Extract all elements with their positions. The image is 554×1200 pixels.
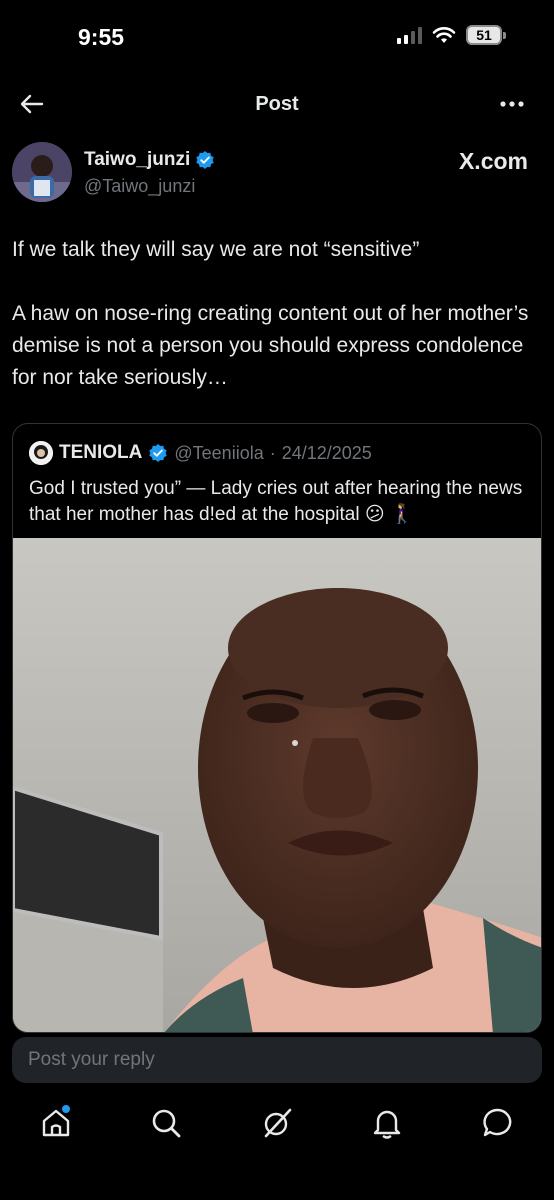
bottom-tab-bar — [0, 1094, 554, 1164]
x-source-link[interactable]: X.com — [459, 148, 528, 175]
quoted-post-card[interactable]: TENIOLA @Teeniiola · 24/12/2025 God I tr… — [12, 423, 542, 1033]
avatar[interactable] — [12, 142, 72, 202]
reply-input[interactable]: Post your reply — [12, 1037, 542, 1083]
screen: 9:55 51 Post Taiwo_junzi @Taiwo_junzi X.… — [0, 0, 554, 1200]
quote-media-image[interactable] — [13, 538, 541, 1032]
post-paragraph: If we talk they will say we are not “sen… — [12, 238, 420, 261]
battery-icon: 51 — [466, 25, 506, 45]
home-notification-dot — [62, 1105, 70, 1113]
post-author: Taiwo_junzi @Taiwo_junzi X.com — [12, 140, 542, 204]
reply-placeholder: Post your reply — [28, 1049, 155, 1070]
quote-header: TENIOLA @Teeniiola · 24/12/2025 — [29, 441, 372, 465]
more-options-icon[interactable] — [498, 90, 526, 118]
post-paragraph: A haw on nose-ring creating content out … — [12, 302, 529, 389]
quote-handle: @Teeniiola — [174, 442, 264, 463]
grok-icon[interactable] — [260, 1106, 294, 1140]
notifications-icon[interactable] — [370, 1106, 404, 1140]
cellular-signal-icon — [397, 26, 422, 44]
quote-avatar — [29, 441, 53, 465]
wifi-icon — [432, 27, 456, 43]
author-handle[interactable]: @Taiwo_junzi — [84, 176, 195, 197]
status-indicators: 51 — [397, 25, 506, 45]
quote-text: God I trusted you” — Lady cries out afte… — [29, 478, 523, 525]
battery-level: 51 — [466, 25, 502, 45]
quote-separator: · — [269, 442, 276, 463]
top-nav: Post — [0, 84, 554, 124]
verified-badge-icon — [149, 444, 168, 462]
author-name-row[interactable]: Taiwo_junzi — [84, 149, 215, 171]
page-title: Post — [255, 93, 299, 115]
quote-author-name: TENIOLA — [59, 442, 143, 463]
status-bar: 9:55 51 — [0, 0, 554, 74]
author-display-name[interactable]: Taiwo_junzi — [84, 149, 190, 171]
status-time: 9:55 — [78, 24, 125, 50]
verified-badge-icon — [196, 151, 214, 169]
messages-icon[interactable] — [481, 1106, 515, 1140]
search-icon[interactable] — [149, 1106, 183, 1140]
post-body: If we talk they will say we are not “sen… — [12, 234, 532, 426]
quote-date: 24/12/2025 — [281, 442, 372, 463]
